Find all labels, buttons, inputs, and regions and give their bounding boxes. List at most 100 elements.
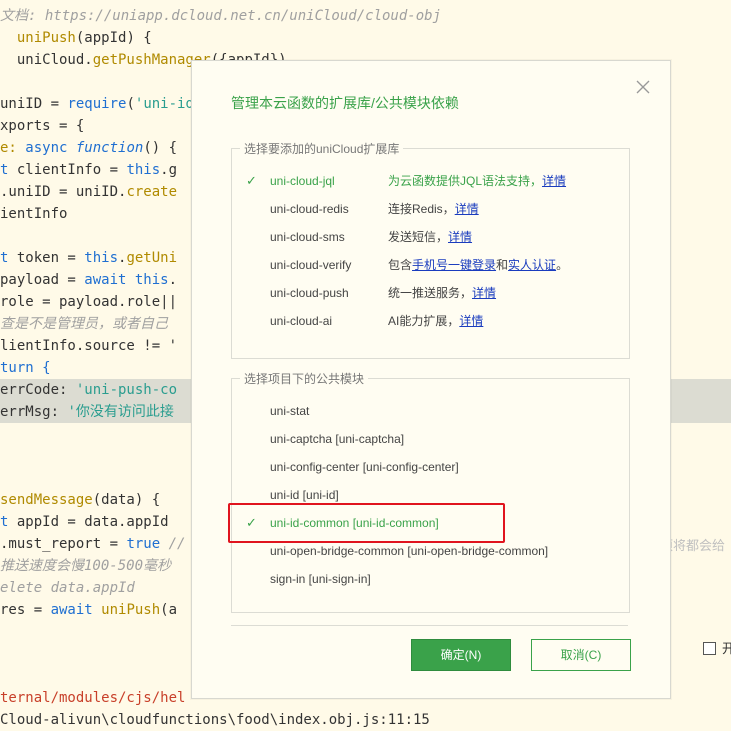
code-token: async bbox=[25, 140, 76, 156]
extensions-legend: 选择要添加的uniCloud扩展库 bbox=[240, 140, 404, 157]
desc-text: 发送短信， bbox=[388, 230, 449, 244]
code-token: t bbox=[0, 162, 17, 178]
modules-group: 选择项目下的公共模块 uni-stat uni-captcha [uni-capt… bbox=[231, 370, 630, 613]
code-line: turn { bbox=[0, 357, 51, 379]
code-token: 'uni-push-co bbox=[75, 382, 178, 398]
code-token: getUni bbox=[126, 250, 178, 266]
check-icon: ✓ bbox=[246, 515, 257, 530]
option-checkbox[interactable] bbox=[703, 642, 716, 655]
code-token: () { bbox=[143, 140, 178, 156]
code-line: t token = this.getUni bbox=[0, 247, 177, 269]
code-token: token = bbox=[16, 250, 85, 266]
code-token: true bbox=[126, 536, 169, 552]
desc-text: AI能力扩展， bbox=[388, 314, 460, 328]
extension-name: uni-cloud-ai bbox=[270, 314, 333, 328]
code-token: payload = bbox=[0, 272, 85, 288]
code-token: errCode: bbox=[0, 382, 76, 398]
code-token: create bbox=[126, 184, 178, 200]
code-token: this bbox=[84, 250, 119, 266]
code-token: await bbox=[84, 272, 135, 288]
module-name: uni-id-common [uni-id-common] bbox=[270, 516, 439, 530]
code-token: this bbox=[126, 162, 161, 178]
code-token: role = payload.role|| bbox=[0, 294, 178, 310]
code-token: function bbox=[75, 140, 144, 156]
code-token: uniPush bbox=[16, 30, 76, 46]
code-line: 文档: https://uniapp.dcloud.net.cn/uniClou… bbox=[0, 5, 441, 27]
code-token: ( bbox=[126, 96, 135, 112]
extension-name: uni-cloud-verify bbox=[270, 258, 352, 272]
cancel-button[interactable]: 取消(C) bbox=[531, 639, 631, 671]
module-name: uni-captcha [uni-captcha] bbox=[270, 432, 405, 446]
dialog-title: 管理本云函数的扩展库/公共模块依赖 bbox=[231, 95, 459, 111]
details-link[interactable]: 详情 bbox=[459, 314, 483, 328]
desc-text: 。 bbox=[556, 258, 569, 272]
code-line: t clientInfo = this.g bbox=[0, 159, 177, 181]
module-item[interactable]: uni-open-bridge-common [uni-open-bridge-… bbox=[232, 541, 629, 561]
extension-item-uni-cloud-verify[interactable]: uni-cloud-verify 包含手机号一键登录和实人认证。 bbox=[232, 255, 629, 275]
module-name: uni-id [uni-id] bbox=[270, 488, 339, 502]
code-line: payload = await this. bbox=[0, 269, 177, 291]
extension-item-uni-cloud-push[interactable]: uni-cloud-push 统一推送服务，详情 bbox=[232, 283, 629, 303]
code-token: ternal/modules/cjs/hel bbox=[0, 690, 186, 706]
details-link[interactable]: 手机号一键登录 bbox=[412, 258, 496, 272]
module-item[interactable]: sign-in [uni-sign-in] bbox=[232, 569, 629, 589]
module-item[interactable]: uni-stat bbox=[232, 401, 629, 421]
module-name: uni-stat bbox=[270, 404, 310, 418]
code-token: elete data.appId bbox=[0, 580, 135, 596]
code-line: uniID = require('uni-id bbox=[0, 93, 194, 115]
code-token: . bbox=[168, 272, 178, 288]
code-token: res = bbox=[0, 602, 51, 618]
code-token: turn { bbox=[0, 360, 51, 376]
code-line: elete data.appId bbox=[0, 577, 135, 599]
details-link[interactable]: 详情 bbox=[455, 202, 479, 216]
module-item[interactable]: uni-captcha [uni-captcha] bbox=[232, 429, 629, 449]
code-line: 查是不是管理员，或者自己 bbox=[0, 313, 168, 335]
extension-name: uni-cloud-jql bbox=[270, 174, 335, 188]
code-token: e: bbox=[0, 140, 26, 156]
code-token: uniPush bbox=[101, 602, 161, 618]
details-link[interactable]: 详情 bbox=[448, 230, 472, 244]
code-line: .must_report = true // bbox=[0, 533, 185, 555]
modules-legend: 选择项目下的公共模块 bbox=[240, 370, 369, 387]
module-item[interactable]: uni-config-center [uni-config-center] bbox=[232, 457, 629, 477]
details-link[interactable]: 详情 bbox=[542, 174, 566, 188]
code-token: ientInfo bbox=[0, 206, 68, 222]
details-link[interactable]: 实人认证 bbox=[508, 258, 556, 272]
close-icon[interactable] bbox=[634, 78, 652, 96]
desc-text: 包含 bbox=[388, 258, 413, 272]
code-line: ternal/modules/cjs/hel bbox=[0, 687, 185, 709]
module-item[interactable]: ✓ uni-id-common [uni-id-common] bbox=[232, 513, 629, 533]
code-token: t bbox=[0, 250, 17, 266]
option-checkbox-label: 开 bbox=[722, 641, 731, 656]
extensions-group: 选择要添加的uniCloud扩展库 ✓ uni-cloud-jql 为云函数提供JQ… bbox=[231, 140, 630, 359]
code-line: res = await uniPush(a bbox=[0, 599, 177, 621]
code-line: Cloud-alivun\cloudfunctions\food\index.o… bbox=[0, 709, 430, 731]
code-token: // bbox=[168, 536, 186, 552]
desc-text: 连接Redis， bbox=[388, 202, 455, 216]
code-token: .must_report = bbox=[0, 536, 127, 552]
desc-text: 为云函数提供JQL语法支持， bbox=[388, 174, 543, 188]
footer-divider bbox=[231, 625, 628, 626]
module-item[interactable]: uni-id [uni-id] bbox=[232, 485, 629, 505]
code-line: e: async function() { bbox=[0, 137, 177, 159]
extension-item-uni-cloud-redis[interactable]: uni-cloud-redis 连接Redis，详情 bbox=[232, 199, 629, 219]
extension-name: uni-cloud-push bbox=[270, 286, 349, 300]
check-icon: ✓ bbox=[246, 173, 257, 188]
extension-name: uni-cloud-sms bbox=[270, 230, 345, 244]
code-token: '你没有访问此接 bbox=[67, 404, 174, 420]
module-name: uni-config-center [uni-config-center] bbox=[270, 460, 459, 474]
extension-item-uni-cloud-ai[interactable]: uni-cloud-ai AI能力扩展，详情 bbox=[232, 311, 629, 331]
extension-item-uni-cloud-sms[interactable]: uni-cloud-sms 发送短信，详情 bbox=[232, 227, 629, 247]
code-token: sendMessage bbox=[0, 492, 93, 508]
desc-text: 统一推送服务， bbox=[388, 286, 473, 300]
extension-desc: 为云函数提供JQL语法支持，详情 bbox=[388, 171, 566, 191]
code-token: await bbox=[50, 602, 102, 618]
extension-desc: 连接Redis，详情 bbox=[388, 199, 479, 219]
code-line: 推送速度会慢100-500毫秒 bbox=[0, 555, 171, 577]
ok-button[interactable]: 确定(N) bbox=[411, 639, 511, 671]
code-token: this bbox=[134, 272, 169, 288]
extension-desc: 包含手机号一键登录和实人认证。 bbox=[388, 255, 568, 275]
extension-item-uni-cloud-jql[interactable]: ✓ uni-cloud-jql 为云函数提供JQL语法支持，详情 bbox=[232, 171, 629, 191]
details-link[interactable]: 详情 bbox=[472, 286, 496, 300]
